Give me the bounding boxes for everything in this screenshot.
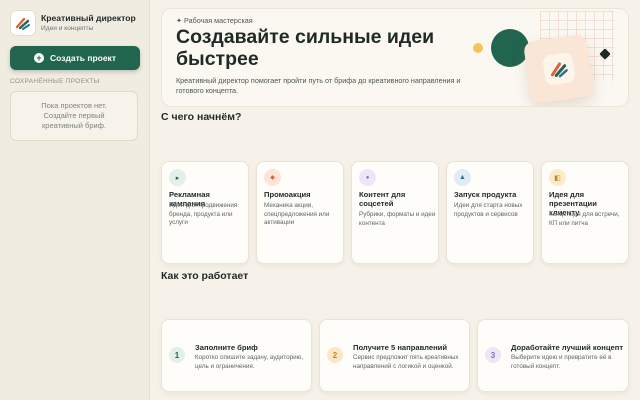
card-client-presentation[interactable]: ◧ Идея для презентации клиенту Концепция… [541, 161, 629, 264]
create-project-label: Создать проект [50, 53, 116, 63]
triangle-icon: ▲ [454, 169, 471, 186]
card-title: Промоакция [264, 190, 311, 199]
play-icon: ▸ [169, 169, 186, 186]
step-card-1: 1 Заполните бриф Коротко опишите задачу,… [161, 319, 312, 392]
brush-strokes-icon [541, 52, 576, 86]
brand[interactable]: Креативный директор Идеи и концепты [10, 10, 136, 36]
card-product-launch[interactable]: ▲ Запуск продукта Идеи для старта новых … [446, 161, 534, 264]
hero-description: Креативный директор помогает пройти путь… [176, 76, 461, 95]
slides-icon: ◧ [549, 169, 566, 186]
card-description: Идеи для старта новых продуктов и сервис… [454, 202, 523, 218]
brush-strokes-logo-icon [10, 10, 36, 36]
step-title: Доработайте лучший концепт [511, 343, 624, 352]
sidebar: Креативный директор Идеи и концепты + Со… [0, 0, 150, 400]
decorative-circle [491, 29, 529, 67]
step-number-badge: 3 [485, 347, 501, 363]
card-description: Рубрики, форматы и идеи контента [359, 211, 436, 227]
step-description: Выберите идею и превратите её в готовый … [511, 354, 612, 370]
card-description: Концепция для встречи, КП или питча [549, 211, 620, 227]
step-card-3: 3 Доработайте лучший концепт Выберите ид… [477, 319, 629, 392]
card-title: Контент для соцсетей [359, 190, 406, 208]
dot-icon: ● [359, 169, 376, 186]
step-number-badge: 2 [327, 347, 343, 363]
step-description: Коротко опишите задачу, аудиторию, цель … [195, 354, 304, 370]
card-description: Идея для продвижения бренда, продукта ил… [169, 202, 238, 226]
empty-projects-text: Пока проектов нет. Создайте первый креат… [41, 101, 107, 130]
hero-illustration [522, 33, 595, 105]
app-title: Креативный директор [41, 13, 136, 23]
step-title: Получите 5 направлений [353, 343, 448, 352]
hero-banner: ✦ Рабочая мастерская Создавайте сильные … [161, 8, 629, 107]
empty-projects-box: Пока проектов нет. Создайте первый креат… [10, 91, 138, 141]
decorative-dot [473, 43, 483, 53]
hero-eyebrow: ✦ Рабочая мастерская [176, 16, 253, 25]
plus-icon: + [34, 53, 44, 63]
card-description: Механика акции, спецпредложения или акти… [264, 202, 330, 226]
saved-projects-heading: СОХРАНЁННЫЕ ПРОЕКТЫ [10, 78, 100, 85]
card-promo[interactable]: ◆ Промоакция Механика акции, спецпредлож… [256, 161, 344, 264]
how-section-title: Как это работает [161, 270, 249, 282]
step-description: Сервис предложит пять креативных направл… [353, 354, 459, 370]
step-card-2: 2 Получите 5 направлений Сервис предложи… [319, 319, 470, 392]
card-social-content[interactable]: ● Контент для соцсетей Рубрики, форматы … [351, 161, 439, 264]
card-ad-campaign[interactable]: ▸ Рекламная кампания Идея для продвижени… [161, 161, 249, 264]
step-number-badge: 1 [169, 347, 185, 363]
step-title: Заполните бриф [195, 343, 258, 352]
card-title: Запуск продукта [454, 190, 517, 199]
start-section-title: С чего начнём? [161, 111, 242, 123]
create-project-button[interactable]: + Создать проект [10, 46, 140, 70]
page-title: Создавайте сильные идеи быстрее [176, 26, 435, 70]
spark-icon: ◆ [264, 169, 281, 186]
app-subtitle: Идеи и концепты [41, 25, 94, 32]
